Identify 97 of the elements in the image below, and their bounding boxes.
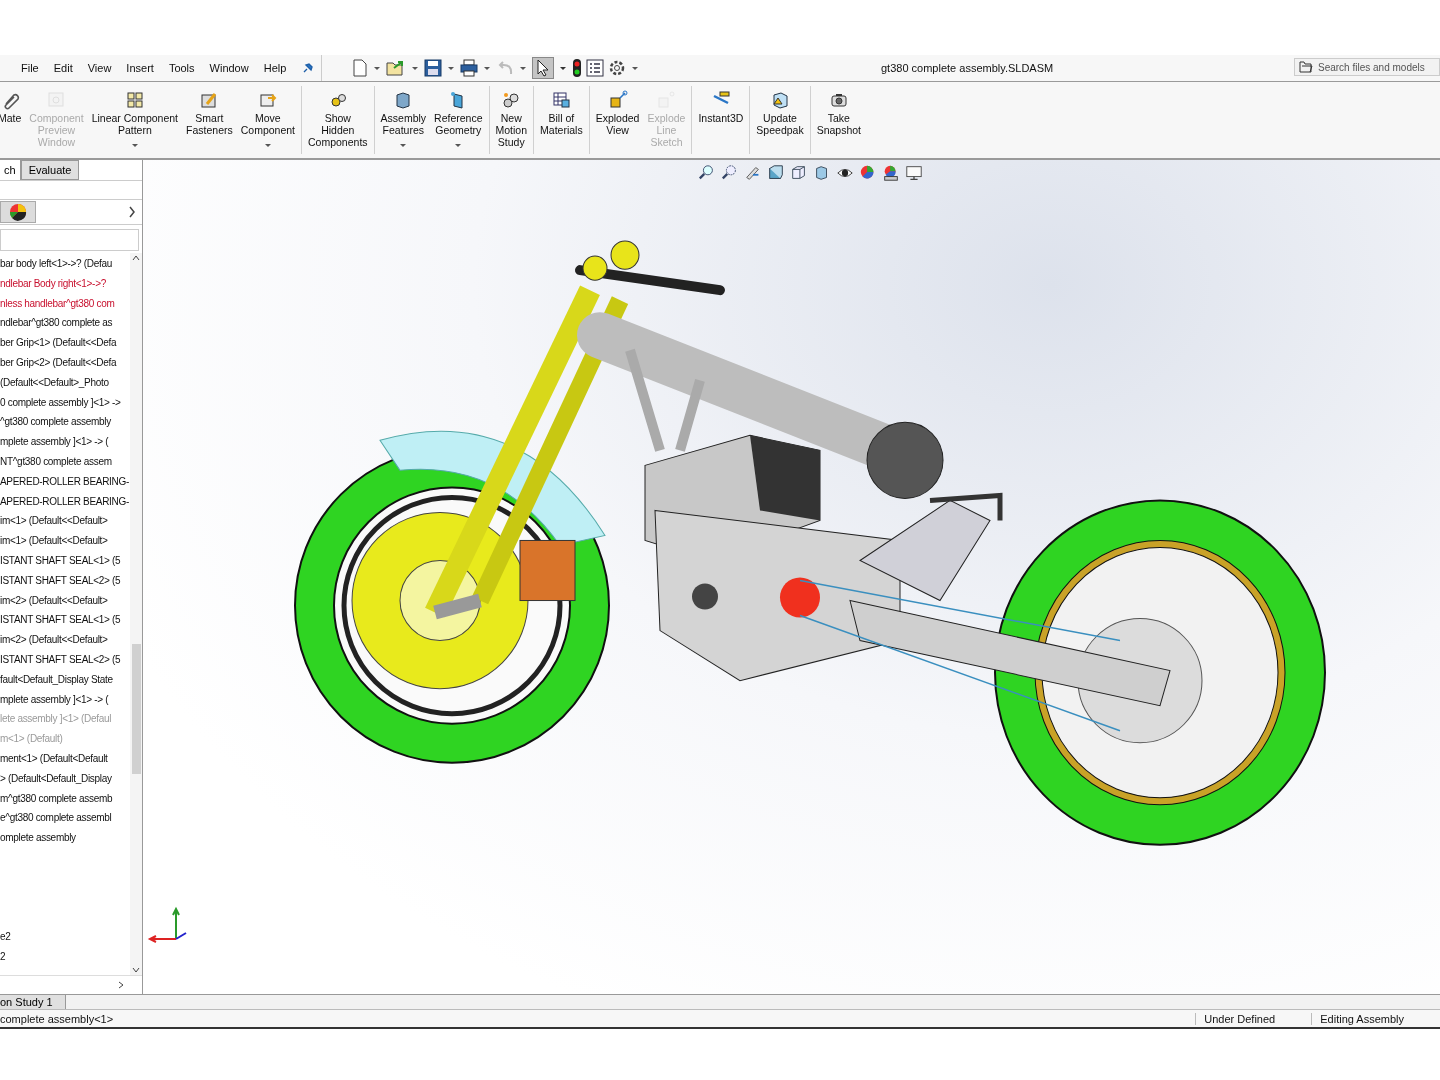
tree-item[interactable]: mplete assembly ]<1> -> ( xyxy=(0,689,130,710)
caret-icon[interactable] xyxy=(520,66,526,70)
color-wheel-icon xyxy=(9,203,27,221)
list-icon[interactable] xyxy=(586,59,604,77)
ribbon-button[interactable]: Update Speedpak xyxy=(749,86,808,154)
status-text: complete assembly<1> xyxy=(0,1012,114,1025)
traffic-light-icon[interactable] xyxy=(572,58,582,78)
caret-icon[interactable] xyxy=(131,144,138,147)
tree-item[interactable]: ber Grip<2> (Default<<Defa xyxy=(0,353,130,373)
tree-item[interactable]: mplete assembly ]<1> -> ( xyxy=(0,432,130,452)
motion-study-tab[interactable]: on Study 1 xyxy=(0,995,66,1009)
tree-item[interactable]: e^gt380 complete assembl xyxy=(0,808,130,829)
settings-icon[interactable] xyxy=(608,59,626,77)
menu-item[interactable]: File xyxy=(21,62,39,74)
tree-item[interactable]: im<2> (Default<<Default> xyxy=(0,590,130,611)
scroll-bar[interactable] xyxy=(130,253,142,975)
ribbon-button[interactable]: Instant3D xyxy=(691,86,748,154)
tree-item[interactable]: ber Grip<1> (Default<<Defa xyxy=(0,333,130,353)
caret-icon[interactable] xyxy=(632,66,638,70)
chevron-right-icon[interactable] xyxy=(128,206,136,218)
zoom-icon[interactable] xyxy=(698,164,716,182)
pin-icon[interactable] xyxy=(301,61,316,75)
caret-icon[interactable] xyxy=(560,66,566,70)
scroll-thumb[interactable] xyxy=(131,644,141,774)
status-text: Under Defined xyxy=(1195,1012,1312,1025)
menu-item[interactable]: Help xyxy=(263,62,287,74)
ribbon-button[interactable]: New Motion Study xyxy=(488,86,532,154)
tree-item[interactable]: ^gt380 complete assembly xyxy=(0,412,130,433)
save-icon[interactable] xyxy=(424,59,442,77)
ribbon-button[interactable]: Show Hidden Components xyxy=(301,86,372,154)
box-icon xyxy=(607,90,628,110)
tree-item[interactable]: fault<Default_Display State xyxy=(0,669,130,690)
tree-item[interactable]: 0 complete assembly ]<1> -> xyxy=(0,392,130,413)
tree-item[interactable]: ndlebar^gt380 complete as xyxy=(0,313,130,334)
ribbon-button[interactable]: Reference Geometry xyxy=(430,82,487,147)
tree-item[interactable]: e2 xyxy=(0,926,130,947)
menu-item[interactable]: View xyxy=(87,62,112,74)
caret-icon[interactable] xyxy=(484,66,490,70)
tree-item[interactable]: bar body left<1>->? (Defau xyxy=(0,254,130,274)
ribbon-button[interactable]: Bill of Materials xyxy=(533,86,587,154)
menu-item[interactable]: Tools xyxy=(168,62,195,74)
new-document-icon[interactable] xyxy=(352,59,368,77)
grid-icon xyxy=(124,90,145,110)
scroll-right-icon[interactable] xyxy=(118,981,124,989)
tree-item[interactable]: ndlebar Body right<1>->? xyxy=(0,273,130,294)
tree-item[interactable]: omplete assembly xyxy=(0,828,130,848)
display-manager-tab[interactable] xyxy=(0,201,36,223)
tree-item[interactable]: im<2> (Default<<Default> xyxy=(0,630,130,650)
scroll-down-icon[interactable] xyxy=(132,967,140,973)
tree-item[interactable]: ISTANT SHAFT SEAL<2> (5 xyxy=(0,649,130,670)
caret-icon[interactable] xyxy=(412,66,418,70)
tree-item[interactable]: 2 xyxy=(0,946,130,967)
scroll-up-icon[interactable] xyxy=(132,255,140,261)
tree-item[interactable]: APERED-ROLLER BEARING- xyxy=(0,471,130,492)
tree-item[interactable]: > (Default<Default_Display xyxy=(0,768,130,789)
tree-item[interactable]: m^gt380 complete assemb xyxy=(0,788,130,809)
menu-item[interactable]: Edit xyxy=(53,62,73,74)
box-icon xyxy=(770,90,790,110)
caret-icon[interactable] xyxy=(264,144,271,147)
tree-item[interactable]: NT^gt380 complete assem xyxy=(0,451,130,472)
section-icon[interactable] xyxy=(767,164,785,182)
tree-item[interactable]: ISTANT SHAFT SEAL<1> (5 xyxy=(0,550,130,571)
monitor-icon[interactable] xyxy=(905,164,923,182)
caret-icon[interactable] xyxy=(374,66,380,70)
tree-item[interactable]: APERED-ROLLER BEARING- xyxy=(0,491,130,512)
zoom-icon[interactable] xyxy=(721,164,739,182)
ribbon-button[interactable]: Exploded View xyxy=(588,86,644,154)
tree-item[interactable]: im<1> (Default<<Default> xyxy=(0,531,130,551)
search-field[interactable]: Search files and models xyxy=(1294,58,1440,76)
menu-item[interactable]: Insert xyxy=(126,62,154,74)
tree-item[interactable]: im<1> (Default<<Default> xyxy=(0,511,130,532)
tree-item[interactable]: (Default<<Default>_Photo xyxy=(0,372,130,393)
ribbon-button[interactable]: Smart Fasteners xyxy=(182,82,237,136)
command-tab[interactable]: Evaluate xyxy=(20,160,80,180)
color-wheel-icon[interactable] xyxy=(882,164,900,182)
select-arrow-button[interactable] xyxy=(532,57,554,79)
tree-item[interactable]: ISTANT SHAFT SEAL<1> (5 xyxy=(0,610,130,631)
caret-icon[interactable] xyxy=(400,144,407,147)
document-title: gt380 complete assembly.SLDASM xyxy=(881,62,1054,74)
filter-field[interactable] xyxy=(0,229,139,251)
cube-icon[interactable] xyxy=(790,164,808,182)
folder-icon xyxy=(1299,61,1313,73)
ribbon-button[interactable]: Move Component xyxy=(236,82,299,147)
tree-item[interactable]: ISTANT SHAFT SEAL<2> (5 xyxy=(0,570,130,591)
caret-icon[interactable] xyxy=(448,66,454,70)
menu-item[interactable]: Window xyxy=(209,62,249,74)
ribbon-button[interactable]: Linear Component Pattern xyxy=(87,82,183,147)
window-icon xyxy=(46,90,67,110)
tree-item[interactable]: nless handlebar^gt380 com xyxy=(0,293,130,314)
ribbon-button[interactable]: Take Snapshot xyxy=(809,86,866,154)
tree-item[interactable]: ment<1> (Default<Default xyxy=(0,748,130,769)
open-folder-icon[interactable] xyxy=(386,59,406,77)
printer-icon[interactable] xyxy=(460,59,478,77)
caret-icon[interactable] xyxy=(455,144,462,147)
status-text: Editing Assembly xyxy=(1311,1012,1440,1025)
table-icon xyxy=(551,90,572,110)
ribbon-button[interactable]: Assembly Features xyxy=(373,86,431,154)
